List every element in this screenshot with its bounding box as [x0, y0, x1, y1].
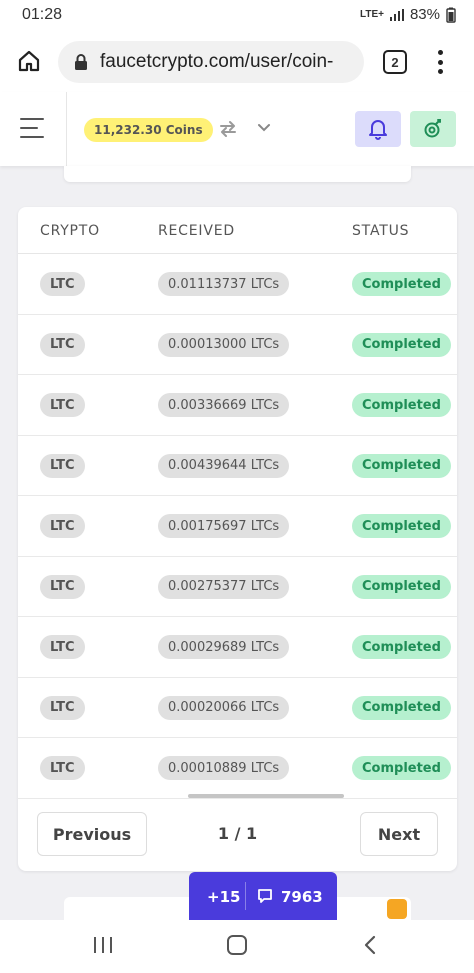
- table-row: LTC 0.01113737 LTCs Completed: [18, 254, 457, 315]
- crypto-badge: LTC: [40, 574, 85, 599]
- table-row: LTC 0.00336669 LTCs Completed: [18, 375, 457, 436]
- browser-toolbar: faucetcrypto.com/user/coin- 2: [0, 32, 474, 92]
- column-header-received: RECEIVED: [158, 223, 235, 239]
- chevron-down-icon[interactable]: [256, 120, 272, 136]
- column-header-status: STATUS: [352, 223, 410, 239]
- lock-icon: [72, 53, 90, 71]
- table-row: LTC 0.00175697 LTCs Completed: [18, 496, 457, 557]
- table-row: LTC 0.00275377 LTCs Completed: [18, 557, 457, 617]
- home-icon: [18, 50, 40, 72]
- status-badge: Completed: [352, 635, 451, 659]
- amount-badge: 0.00010889 LTCs: [158, 756, 290, 780]
- table-row: LTC 0.00013000 LTCs Completed: [18, 315, 457, 375]
- status-badge: Completed: [352, 332, 451, 357]
- table-body[interactable]: LTC 0.01113737 LTCs Completed LTC 0.0001…: [18, 254, 457, 799]
- notifications-button[interactable]: [355, 111, 401, 147]
- battery-icon: [446, 7, 456, 23]
- status-badge: Completed: [352, 514, 451, 538]
- crypto-badge: LTC: [40, 695, 85, 720]
- status-badge: Completed: [352, 756, 451, 780]
- status-badge: Completed: [352, 453, 451, 478]
- chat-plus-count: +15: [207, 888, 241, 906]
- battery-level: 83%: [409, 6, 440, 23]
- crypto-badge: LTC: [40, 514, 85, 538]
- amount-badge: 0.01113737 LTCs: [158, 272, 290, 296]
- site-header: 11,232.30 Coins: [0, 92, 474, 166]
- status-time: 01:28: [22, 6, 63, 23]
- gear-icon: [424, 119, 441, 138]
- status-badge: Completed: [352, 393, 451, 417]
- status-badge: Completed: [352, 272, 451, 296]
- table-row: LTC 0.00439644 LTCs Completed: [18, 436, 457, 496]
- transactions-table-card: CRYPTO RECEIVED STATUS LTC 0.01113737 LT…: [18, 207, 457, 871]
- url-text: faucetcrypto.com/user/coin-: [100, 51, 334, 72]
- chat-online-count: 7963: [281, 888, 323, 906]
- status-right: LTE+ 83%: [360, 6, 456, 23]
- crypto-badge: LTC: [40, 393, 85, 417]
- table-row: LTC 0.00029689 LTCs Completed: [18, 617, 457, 678]
- crypto-badge: LTC: [40, 756, 85, 780]
- amount-badge: 0.00275377 LTCs: [158, 574, 290, 599]
- chat-bar[interactable]: +15 7963: [189, 872, 337, 920]
- next-button[interactable]: Next: [360, 812, 438, 856]
- column-header-crypto: CRYPTO: [40, 223, 100, 239]
- system-navigation-bar: [0, 920, 474, 973]
- amount-badge: 0.00020066 LTCs: [158, 695, 290, 720]
- more-vert-icon[interactable]: [432, 48, 448, 76]
- recent-apps-icon[interactable]: [94, 937, 112, 953]
- status-badge: Completed: [352, 574, 451, 599]
- status-badge: Completed: [352, 695, 451, 720]
- back-icon[interactable]: [361, 935, 379, 955]
- horizontal-scrollbar[interactable]: [188, 794, 344, 798]
- crypto-badge: LTC: [40, 635, 85, 659]
- amount-badge: 0.00175697 LTCs: [158, 514, 290, 538]
- network-type: LTE+: [359, 8, 384, 20]
- table-row: LTC 0.00010889 LTCs Completed: [18, 738, 457, 799]
- header-divider: [66, 92, 67, 166]
- crypto-badge: LTC: [40, 272, 85, 296]
- crypto-badge: LTC: [40, 453, 85, 478]
- amount-badge: 0.00029689 LTCs: [158, 635, 290, 659]
- nav-home-icon[interactable]: [227, 935, 247, 955]
- bell-icon: [369, 120, 387, 140]
- amount-badge: 0.00336669 LTCs: [158, 393, 290, 417]
- emoji-icon: [387, 899, 407, 919]
- tab-switcher-button[interactable]: 2: [383, 50, 407, 74]
- top-card-edge: [64, 166, 411, 182]
- hamburger-icon[interactable]: [20, 118, 44, 138]
- crypto-badge: LTC: [40, 332, 85, 357]
- coins-badge[interactable]: 11,232.30 Coins: [84, 118, 213, 142]
- address-bar[interactable]: faucetcrypto.com/user/coin-: [58, 41, 364, 83]
- status-bar: 01:28 LTE+ 83%: [0, 0, 474, 32]
- chat-divider: [245, 882, 246, 910]
- table-row: LTC 0.00020066 LTCs Completed: [18, 678, 457, 738]
- signal-icon: [389, 8, 404, 21]
- home-button[interactable]: [14, 46, 44, 76]
- chat-icon: [258, 889, 272, 903]
- pagination: Previous 1 / 1 Next: [18, 804, 457, 871]
- settings-button[interactable]: [410, 111, 456, 147]
- swap-icon[interactable]: [217, 118, 239, 140]
- amount-badge: 0.00439644 LTCs: [158, 453, 290, 478]
- amount-badge: 0.00013000 LTCs: [158, 332, 290, 357]
- table-header: CRYPTO RECEIVED STATUS: [18, 207, 457, 254]
